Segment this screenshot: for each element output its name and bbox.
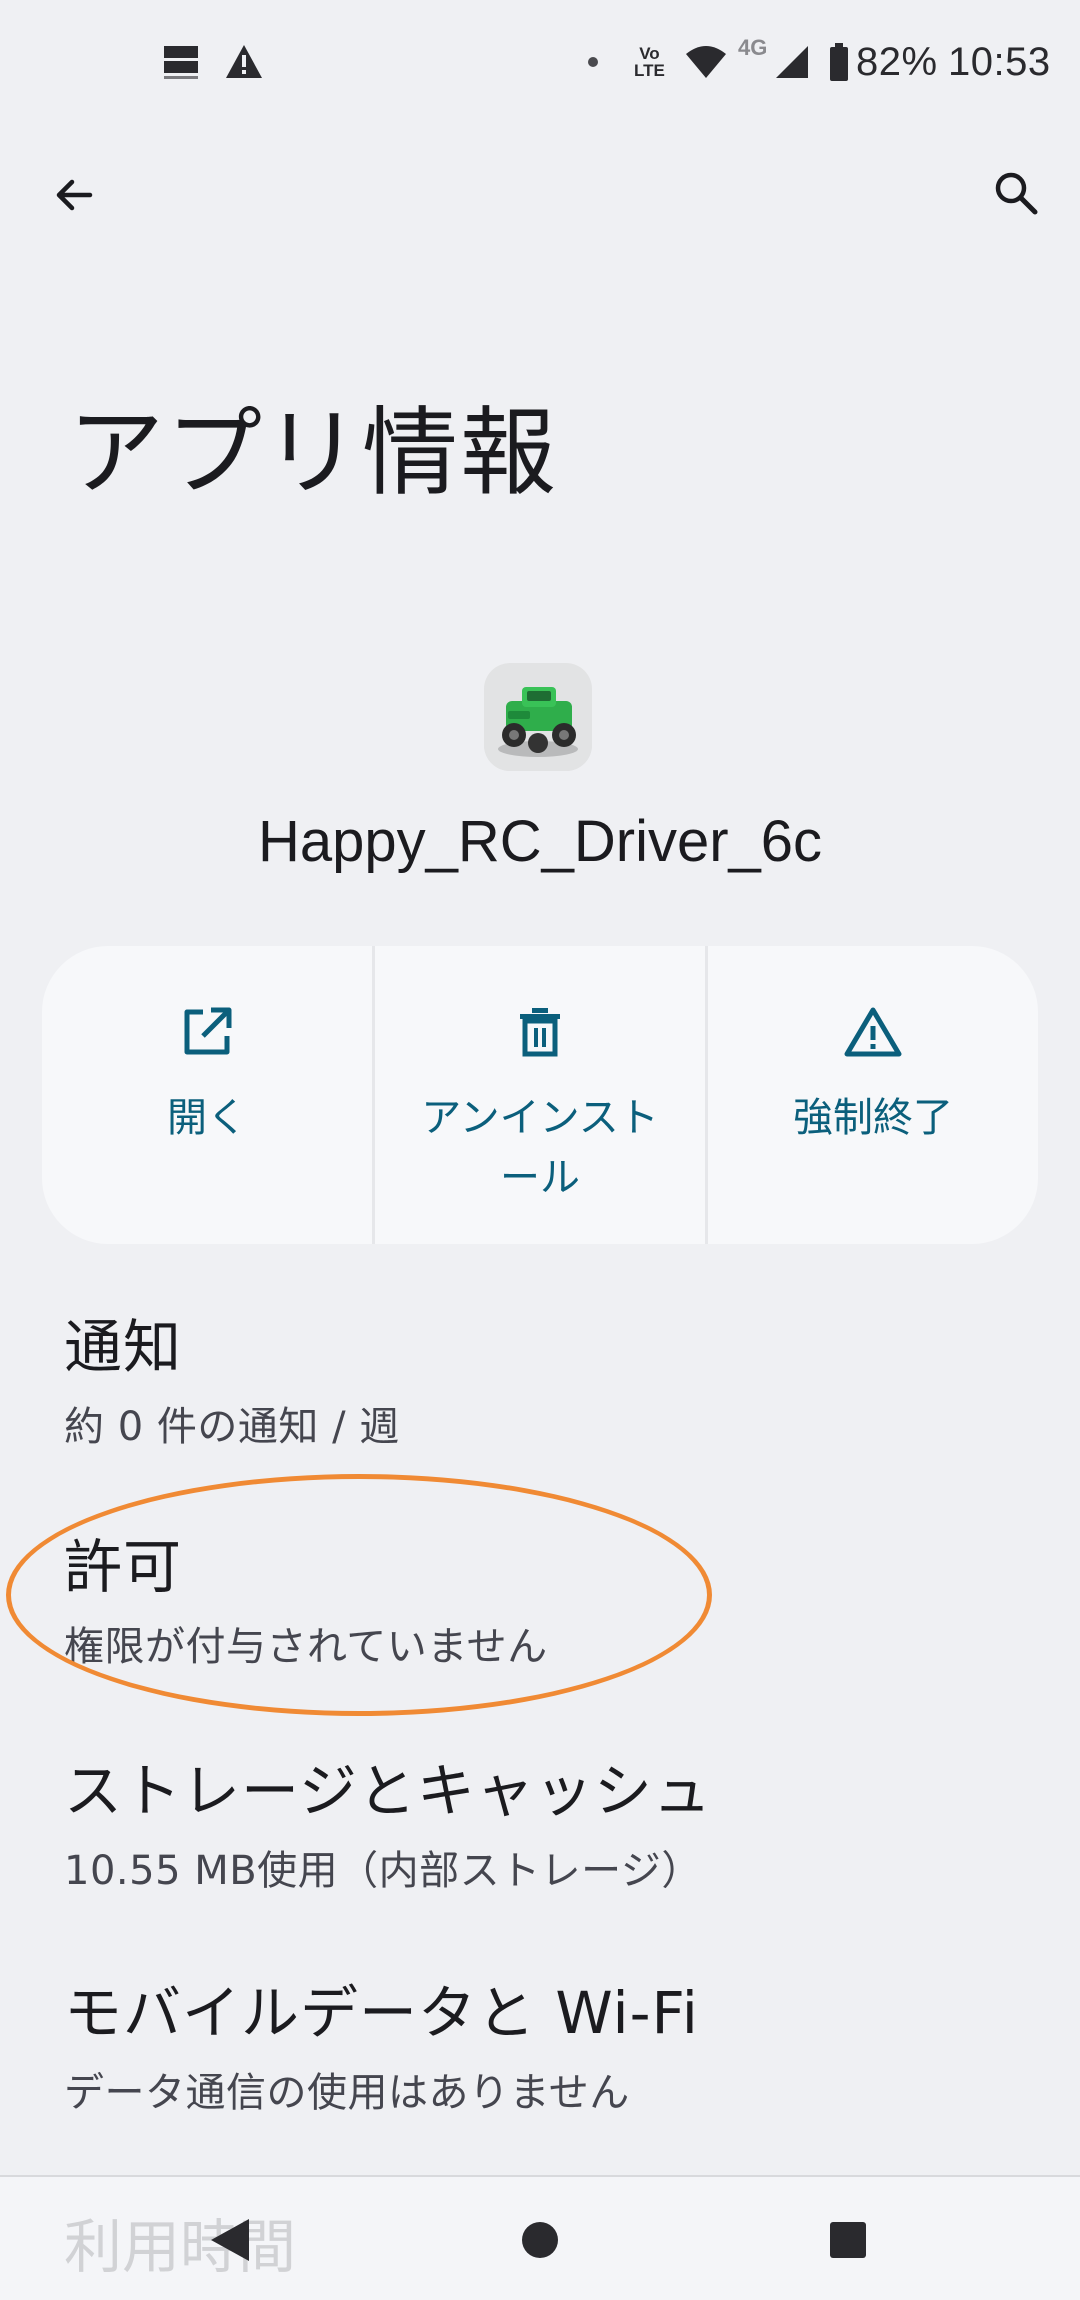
uninstall-button[interactable]: アンインストール bbox=[372, 946, 705, 1244]
clock: 10:53 bbox=[948, 34, 1051, 90]
nav-recents-button[interactable] bbox=[778, 2180, 918, 2300]
clock-text: 10:53 bbox=[948, 39, 1051, 84]
search-button[interactable] bbox=[966, 143, 1066, 243]
app-icon bbox=[484, 663, 592, 771]
top-app-bar bbox=[0, 140, 1080, 260]
nav-home-icon bbox=[522, 2222, 558, 2258]
green-rc-truck-icon bbox=[484, 663, 592, 771]
highlight-annotation bbox=[6, 1474, 712, 1716]
mobile-data-subtitle: データ通信の使用はありません bbox=[64, 2069, 630, 2116]
app-info-screen: Vo LTE 4G 82% 10:53 アプリ情報 Happy_RC_Drive… bbox=[0, 0, 1080, 2300]
mobile-data-title: モバイルデータと Wi-Fi bbox=[64, 1979, 699, 2047]
signal-icon bbox=[772, 34, 810, 90]
search-icon bbox=[995, 172, 1038, 215]
nav-back-button[interactable] bbox=[160, 2180, 300, 2300]
battery-icon bbox=[828, 34, 850, 90]
warning-icon bbox=[844, 1007, 902, 1057]
battery-percent: 82% bbox=[856, 34, 938, 90]
uninstall-label: アンインストール bbox=[421, 1095, 659, 1201]
volte-bottom-label: LTE bbox=[634, 61, 665, 80]
notifications-subtitle: 約 0 件の通知 / 週 bbox=[64, 1403, 400, 1450]
sim-card-icon bbox=[160, 34, 204, 90]
battery-percent-text: 82% bbox=[856, 39, 938, 84]
force-stop-button[interactable]: 強制終了 bbox=[705, 946, 1038, 1244]
status-bar: Vo LTE 4G 82% 10:53 bbox=[0, 0, 1080, 120]
trash-icon bbox=[520, 1008, 560, 1057]
storage-title: ストレージとキャッシュ bbox=[64, 1757, 712, 1825]
nav-recents-icon bbox=[830, 2222, 866, 2258]
open-button[interactable]: 開く bbox=[42, 946, 372, 1244]
app-name: Happy_RC_Driver_6c bbox=[257, 809, 823, 874]
storage-item[interactable]: ストレージとキャッシュ 10.55 MB使用（内部ストレージ） bbox=[0, 1757, 1080, 1896]
open-label: 開く bbox=[167, 1095, 247, 1141]
notifications-item[interactable]: 通知 約 0 件の通知 / 週 bbox=[0, 1313, 1080, 1452]
volte-top-label: Vo bbox=[639, 44, 660, 63]
page-title: アプリ情報 bbox=[68, 397, 558, 509]
volte-indicator: Vo LTE bbox=[634, 34, 665, 90]
force-stop-label: 強制終了 bbox=[793, 1095, 953, 1141]
network-type-label: 4G bbox=[738, 35, 768, 60]
alert-icon bbox=[224, 34, 264, 90]
nav-home-button[interactable] bbox=[470, 2180, 610, 2300]
arrow-left-icon bbox=[56, 179, 93, 211]
network-type-text: 4G bbox=[738, 35, 768, 60]
notification-dot-icon bbox=[586, 34, 600, 90]
wifi-icon bbox=[684, 34, 728, 90]
back-button[interactable] bbox=[24, 145, 124, 245]
app-actions-card: 開く アンインストール 強制終了 bbox=[42, 946, 1038, 1244]
nav-back-icon bbox=[211, 2219, 249, 2261]
storage-subtitle: 10.55 MB使用（内部ストレージ） bbox=[64, 1847, 702, 1894]
mobile-data-item[interactable]: モバイルデータと Wi-Fi データ通信の使用はありません bbox=[0, 1979, 1080, 2118]
open-external-icon bbox=[184, 1007, 232, 1055]
notifications-title: 通知 bbox=[64, 1313, 183, 1381]
